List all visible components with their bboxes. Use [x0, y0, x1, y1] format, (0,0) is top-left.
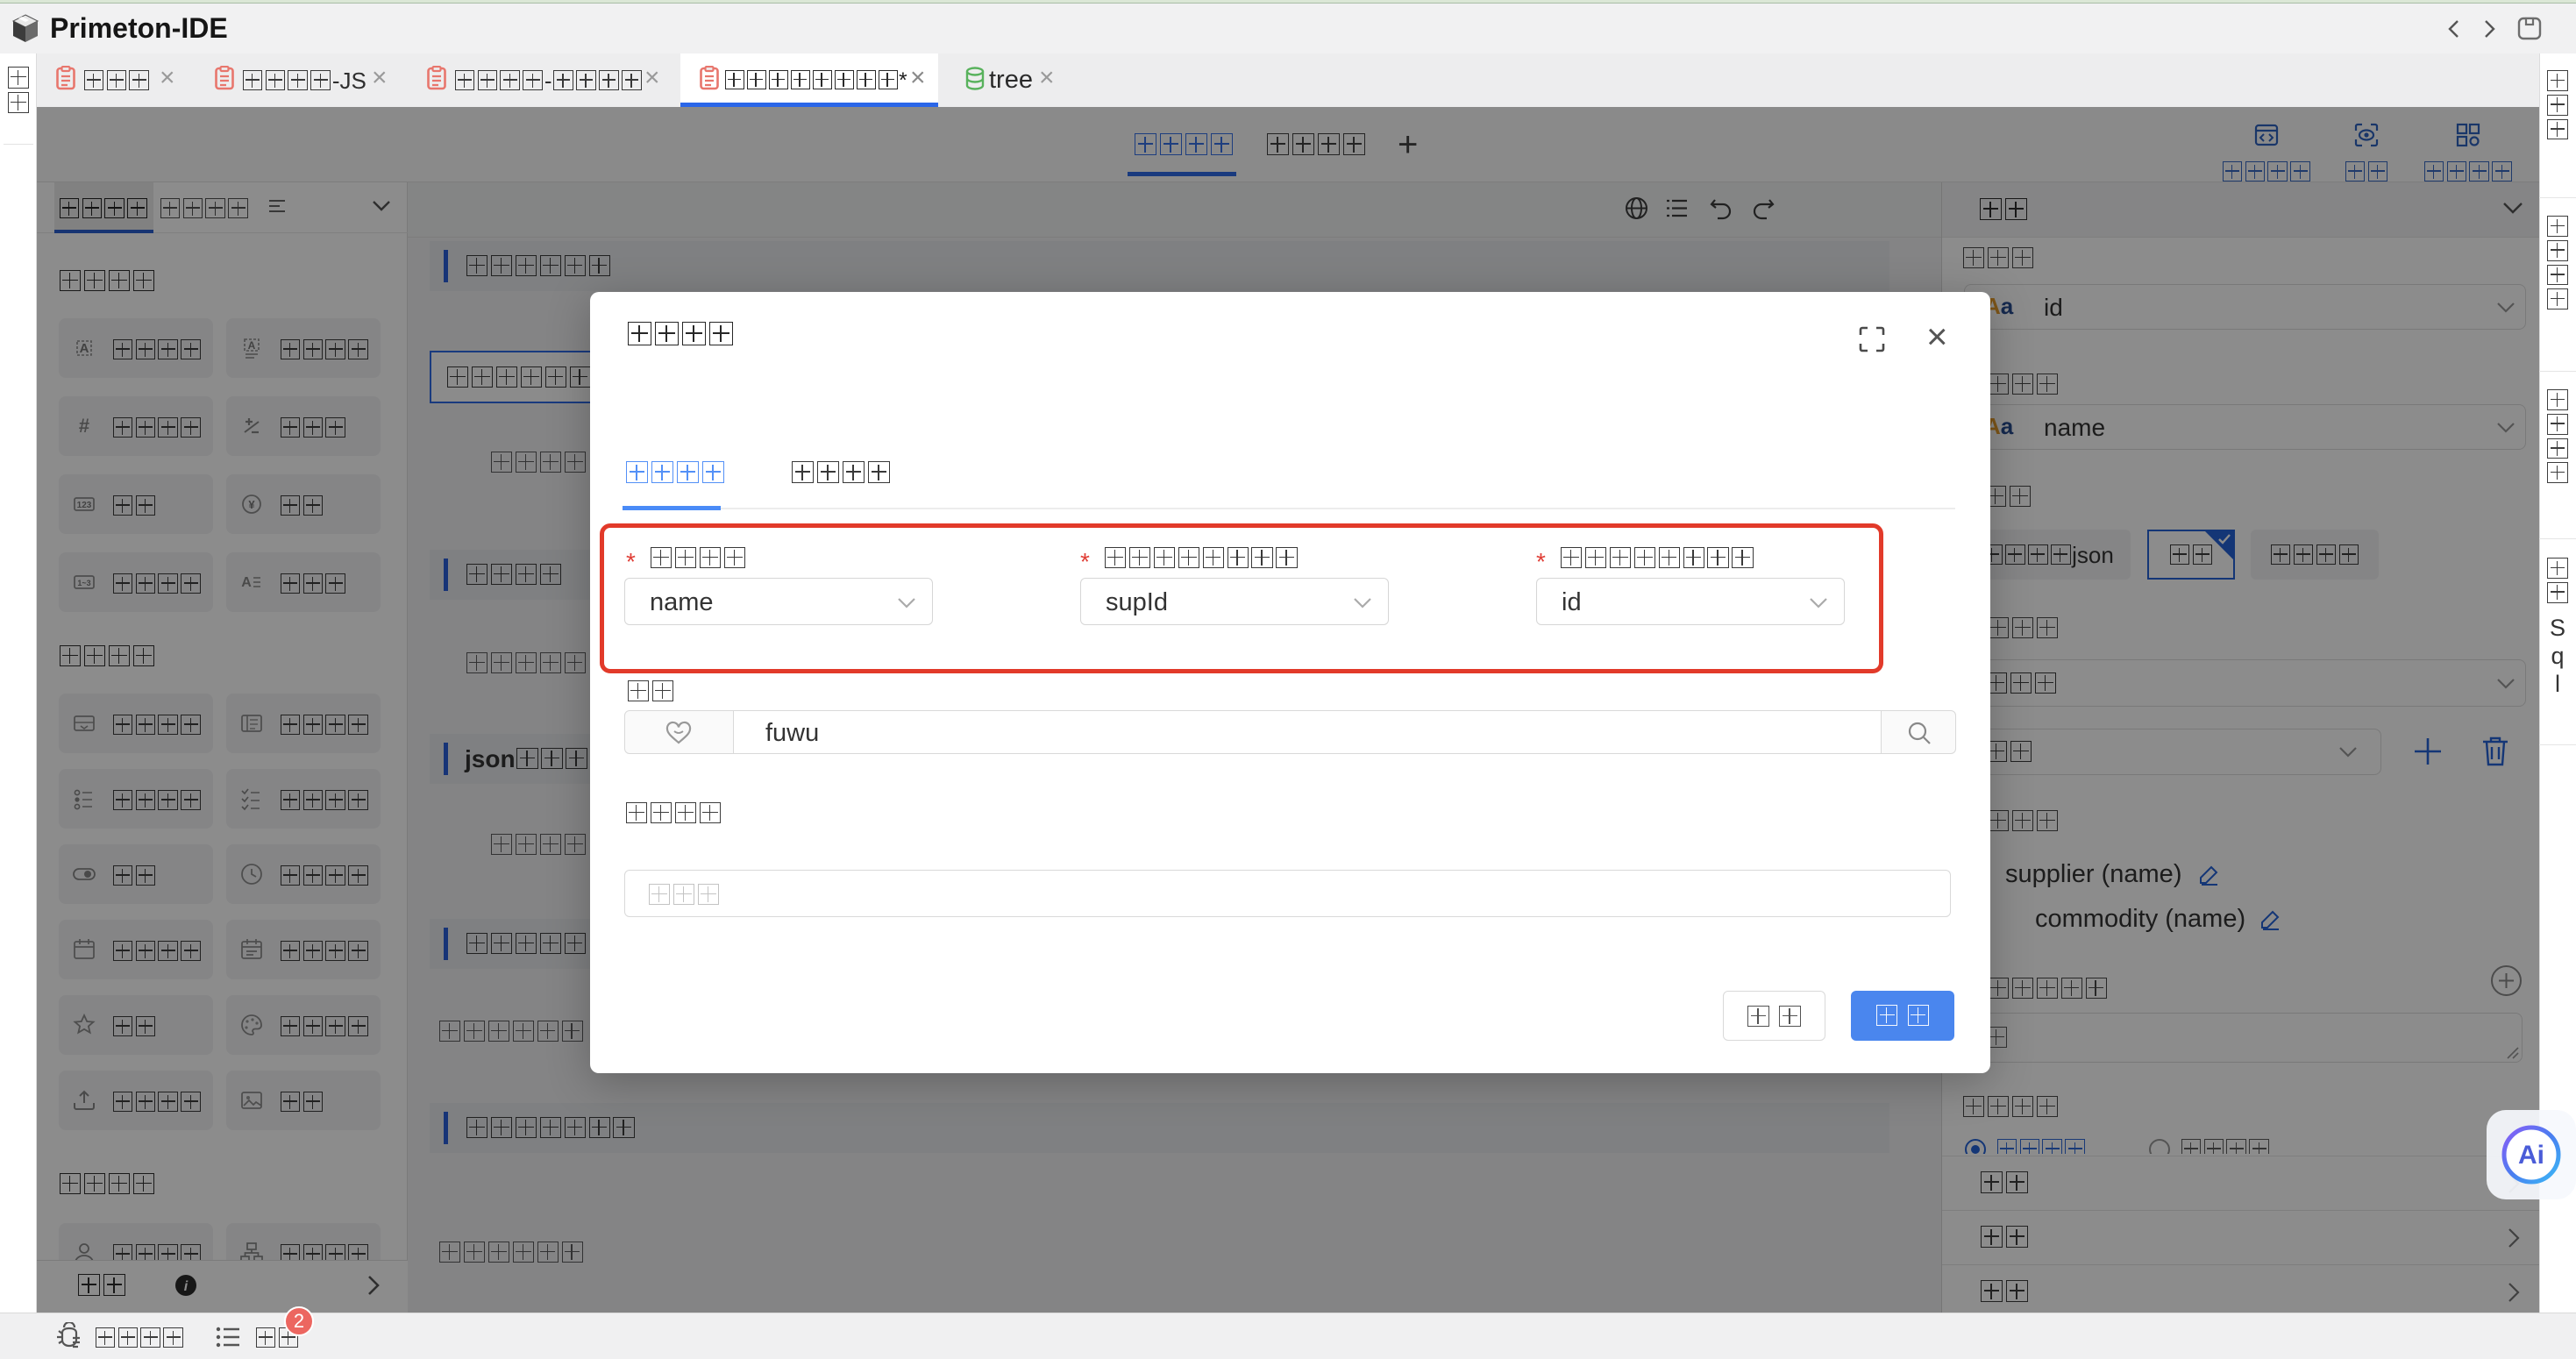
svg-text:Ai: Ai [2518, 1141, 2544, 1170]
